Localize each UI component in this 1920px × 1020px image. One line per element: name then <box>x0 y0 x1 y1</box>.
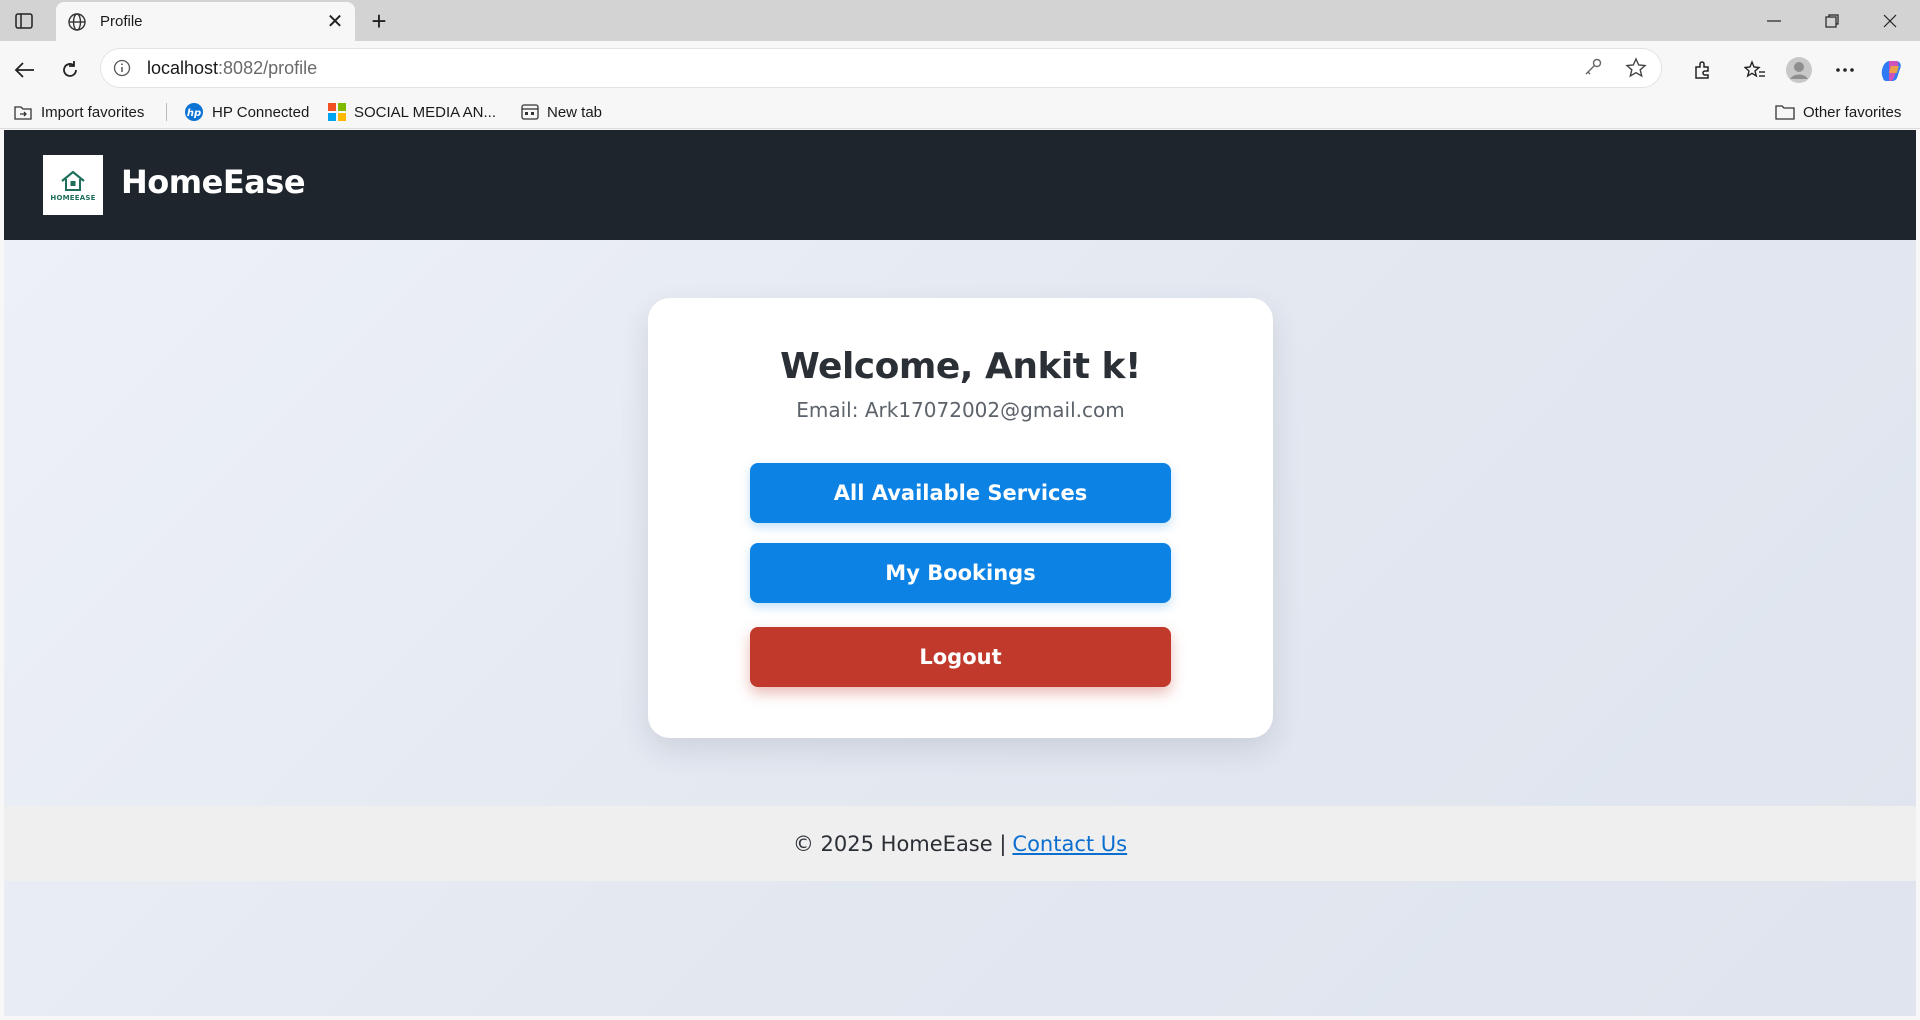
favorite-label: HP Connected <box>212 103 310 121</box>
key-icon[interactable] <box>1583 57 1603 84</box>
svg-text:hp: hp <box>187 108 201 119</box>
url-path: :8082/profile <box>218 57 318 78</box>
favorite-hp-connected[interactable]: hp HP Connected <box>184 99 309 125</box>
extensions-icon[interactable] <box>1686 53 1720 87</box>
favorite-label: Import favorites <box>41 103 145 121</box>
other-favorites[interactable]: Other favorites <box>1775 99 1901 125</box>
contact-us-link[interactable]: Contact Us <box>1012 832 1127 856</box>
other-favorites-label: Other favorites <box>1803 103 1902 121</box>
url-host: localhost <box>147 57 219 78</box>
new-tab-icon[interactable]: + <box>364 6 394 36</box>
user-email: Email: Ark17072002@gmail.com <box>796 398 1125 422</box>
page-viewport: HOMEEASE HomeEase Welcome, Ankit k! Emai… <box>4 130 1916 1016</box>
all-available-services-button[interactable]: All Available Services <box>750 463 1171 523</box>
browser-toolbar: localhost:8082/profile <box>0 41 1920 95</box>
copilot-icon[interactable] <box>1874 53 1908 87</box>
homeease-logo[interactable]: HOMEEASE <box>43 155 103 215</box>
address-bar[interactable]: localhost:8082/profile <box>100 48 1662 88</box>
favorite-import[interactable]: Import favorites <box>13 99 144 125</box>
page-footer: © 2025 HomeEase | Contact Us <box>4 806 1916 881</box>
logo-text: HOMEEASE <box>50 193 96 202</box>
favorite-social-media[interactable]: SOCIAL MEDIA AN... <box>328 99 496 125</box>
microsoft-logo-icon <box>328 103 346 121</box>
profile-card: Welcome, Ankit k! Email: Ark17072002@gma… <box>648 298 1273 738</box>
import-favorites-icon <box>14 106 32 120</box>
house-icon <box>61 170 85 191</box>
my-bookings-button[interactable]: My Bookings <box>750 543 1171 603</box>
app-header: HOMEEASE HomeEase <box>4 130 1916 240</box>
favorite-label: SOCIAL MEDIA AN... <box>354 103 496 121</box>
close-window-icon[interactable] <box>1862 0 1918 41</box>
restore-icon[interactable] <box>1804 0 1860 41</box>
browser-tab-bar: Profile ✕ + <box>0 0 1920 41</box>
favorites-icon[interactable] <box>1738 53 1772 87</box>
tab-actions-icon[interactable] <box>10 8 38 34</box>
new-tab-page-icon <box>521 104 539 120</box>
folder-icon <box>1775 105 1795 120</box>
minimize-icon[interactable] <box>1746 0 1802 41</box>
divider <box>166 103 167 121</box>
brand-name[interactable]: HomeEase <box>121 163 306 201</box>
logout-button[interactable]: Logout <box>750 627 1171 687</box>
refresh-icon[interactable] <box>53 53 87 87</box>
close-tab-icon[interactable]: ✕ <box>321 8 349 36</box>
star-icon[interactable] <box>1625 57 1647 84</box>
browser-tab-profile[interactable]: Profile ✕ <box>56 2 355 41</box>
hp-logo-icon: hp <box>185 103 203 121</box>
favorite-new-tab[interactable]: New tab <box>521 99 602 125</box>
more-options-icon[interactable] <box>1828 53 1862 87</box>
footer-copyright: © 2025 HomeEase | <box>792 831 1007 856</box>
back-arrow-icon[interactable] <box>8 53 42 87</box>
profile-avatar-icon[interactable] <box>1782 53 1816 87</box>
info-icon[interactable] <box>111 57 133 79</box>
tab-title: Profile <box>100 13 143 30</box>
welcome-heading: Welcome, Ankit k! <box>780 346 1141 387</box>
globe-icon <box>66 11 88 33</box>
favorites-bar: Import favorites hp HP Connected SOCIAL … <box>0 95 1920 129</box>
favorite-label: New tab <box>547 103 603 121</box>
